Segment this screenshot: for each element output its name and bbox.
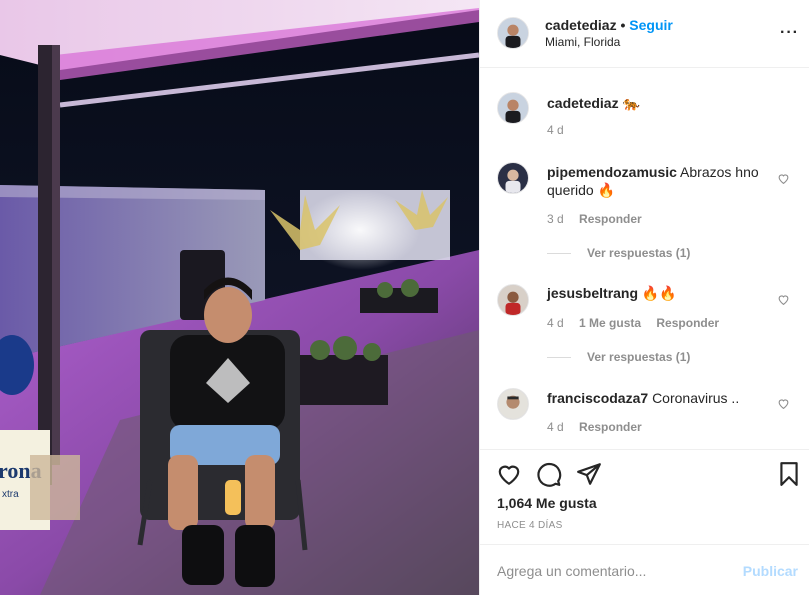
comment-meta: 3 d Responder bbox=[547, 212, 654, 226]
publish-button[interactable]: Publicar bbox=[743, 563, 798, 579]
post-actions: 1,064 Me gusta HACE 4 DÍAS bbox=[480, 449, 809, 544]
comment-age[interactable]: 4 d bbox=[547, 420, 564, 434]
comment-author[interactable]: pipemendozamusic bbox=[547, 164, 677, 180]
follow-button[interactable]: Seguir bbox=[629, 17, 673, 33]
comment-meta: 4 d Responder bbox=[547, 420, 654, 434]
like-comment-icon[interactable] bbox=[777, 293, 790, 306]
comment-text: franciscodaza7 Coronavirus .. bbox=[547, 389, 772, 407]
comment-likes[interactable]: 1 Me gusta bbox=[579, 316, 641, 330]
heart-icon[interactable] bbox=[496, 461, 522, 487]
share-icon[interactable] bbox=[576, 461, 602, 487]
post-header: cadetediaz • Seguir Miami, Florida ··· bbox=[480, 0, 809, 68]
post-photo[interactable]: rona xtra bbox=[0, 0, 479, 595]
comment-author[interactable]: franciscodaza7 bbox=[547, 390, 648, 406]
comment-age[interactable]: 4 d bbox=[547, 316, 564, 330]
reply-button[interactable]: Responder bbox=[579, 212, 642, 226]
like-comment-icon[interactable] bbox=[777, 172, 790, 185]
more-options-icon[interactable]: ··· bbox=[780, 24, 799, 42]
caption-text: cadetediaz 🐅 bbox=[547, 94, 772, 112]
comment-body: 🔥🔥 bbox=[641, 285, 677, 301]
post-panel: cadetediaz • Seguir Miami, Florida ··· c… bbox=[479, 0, 809, 595]
bookmark-icon[interactable] bbox=[776, 461, 802, 487]
view-replies-button[interactable]: Ver respuestas (1) bbox=[547, 246, 690, 260]
separator-dot: • bbox=[620, 17, 626, 33]
likes-count[interactable]: 1,064 Me gusta bbox=[497, 495, 597, 511]
comments-list[interactable]: cadetediaz 🐅 4 d pipemendozamusic Abrazo… bbox=[480, 69, 809, 449]
caption-meta: 4 d bbox=[547, 123, 576, 137]
reply-button[interactable]: Responder bbox=[656, 316, 719, 330]
view-replies-label: Ver respuestas (1) bbox=[587, 350, 691, 364]
comment-avatar[interactable] bbox=[497, 162, 529, 194]
comment-age[interactable]: 3 d bbox=[547, 212, 564, 226]
replies-divider bbox=[547, 252, 571, 254]
post-location[interactable]: Miami, Florida bbox=[545, 35, 620, 49]
caption-avatar[interactable] bbox=[497, 92, 529, 124]
comment-avatar[interactable] bbox=[497, 388, 529, 420]
box-sub-text: xtra bbox=[2, 489, 19, 500]
add-comment-bar: Publicar bbox=[480, 544, 809, 595]
post-date[interactable]: HACE 4 DÍAS bbox=[497, 520, 563, 531]
like-comment-icon[interactable] bbox=[777, 397, 790, 410]
comment-meta: 4 d 1 Me gusta Responder bbox=[547, 316, 731, 330]
comment-text: jesusbeltrang 🔥🔥 bbox=[547, 284, 772, 302]
comment-icon[interactable] bbox=[536, 461, 562, 487]
caption-body: 🐅 bbox=[622, 95, 640, 111]
replies-divider bbox=[547, 356, 571, 358]
author-avatar[interactable] bbox=[497, 17, 529, 49]
comment-text: pipemendozamusic Abrazos hno querido 🔥 bbox=[547, 163, 772, 199]
header-line: cadetediaz • Seguir bbox=[545, 17, 673, 33]
author-username[interactable]: cadetediaz bbox=[545, 17, 617, 33]
view-replies-label: Ver respuestas (1) bbox=[587, 246, 691, 260]
comment-input[interactable] bbox=[497, 559, 727, 583]
view-replies-button[interactable]: Ver respuestas (1) bbox=[547, 350, 690, 364]
caption-author[interactable]: cadetediaz bbox=[547, 95, 619, 111]
photo-scene: rona xtra bbox=[0, 0, 479, 595]
reply-button[interactable]: Responder bbox=[579, 420, 642, 434]
comment-avatar[interactable] bbox=[497, 284, 529, 316]
comment-body: Coronavirus .. bbox=[652, 390, 740, 406]
caption-age[interactable]: 4 d bbox=[547, 123, 564, 137]
comment-author[interactable]: jesusbeltrang bbox=[547, 285, 638, 301]
